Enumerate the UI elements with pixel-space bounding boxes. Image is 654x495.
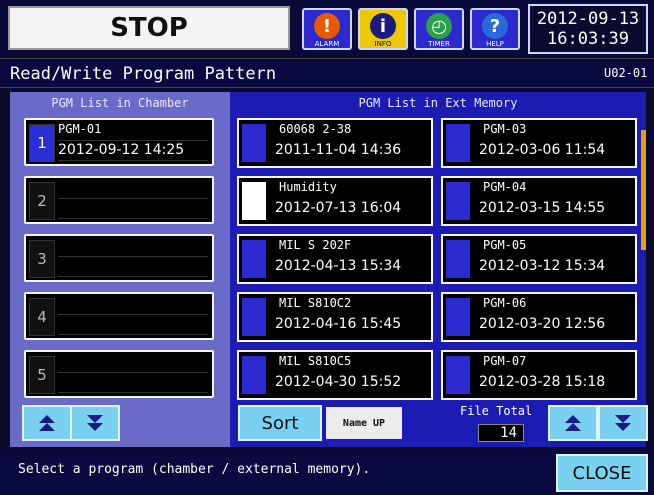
date-text: 2012-09-13: [536, 9, 640, 29]
program-name: MIL S810C5: [279, 354, 352, 368]
program-date: 2012-04-16 15:45: [275, 316, 402, 332]
slot-program-name: PGM-01: [58, 122, 208, 141]
program-name: MIL S810C2: [279, 296, 352, 310]
close-button[interactable]: CLOSE: [556, 454, 648, 492]
program-name: PGM-03: [483, 122, 527, 136]
slot-program-date: 2012-09-12 14:25: [58, 142, 208, 161]
program-name: PGM-05: [483, 238, 527, 252]
time-text: 16:03:39: [547, 29, 629, 49]
slot-program-date: [58, 258, 208, 277]
selection-indicator: [242, 356, 266, 394]
program-date: 2012-04-13 15:34: [275, 258, 402, 274]
selection-indicator: [446, 182, 470, 220]
slot-program-date: [58, 374, 208, 393]
ext-list-scrollbar[interactable]: [641, 130, 646, 250]
info-button[interactable]: i INFO: [358, 8, 408, 50]
screen-id: U02-01: [604, 66, 648, 80]
ext-program-item[interactable]: MIL S810C5 2012-04-30 15:52: [237, 350, 433, 400]
slot-program-date: [58, 200, 208, 219]
ext-program-item[interactable]: PGM-03 2012-03-06 11:54: [441, 118, 637, 168]
slot-number: 2: [29, 182, 55, 220]
chamber-scroll-up-button[interactable]: [22, 405, 72, 441]
sort-button[interactable]: Sort: [238, 405, 322, 441]
slot-number: 1: [29, 124, 55, 162]
chamber-slot[interactable]: 3: [24, 234, 214, 282]
program-name: Humidity: [279, 180, 337, 194]
info-icon: i: [370, 13, 396, 39]
alarm-button[interactable]: ! ALARM: [302, 8, 352, 50]
ext-scroll-up-button[interactable]: [548, 405, 598, 441]
page-title: Read/Write Program Pattern: [10, 64, 277, 84]
run-status-display: STOP: [8, 6, 290, 50]
selection-indicator: [242, 124, 266, 162]
ext-program-item[interactable]: PGM-06 2012-03-20 12:56: [441, 292, 637, 342]
selection-indicator: [446, 124, 470, 162]
slot-program-date: [58, 316, 208, 335]
slot-number: 3: [29, 240, 55, 278]
selection-indicator: [242, 240, 266, 278]
double-down-arrow-icon: [615, 415, 631, 431]
ext-program-item[interactable]: 60068 2-38 2011-11-04 14:36: [237, 118, 433, 168]
alarm-icon: !: [314, 13, 340, 39]
chamber-slot[interactable]: 5: [24, 350, 214, 398]
double-up-arrow-icon: [39, 415, 55, 431]
program-date: 2012-03-06 11:54: [479, 142, 606, 158]
slot-program-name: [58, 354, 208, 373]
selection-indicator: [242, 182, 266, 220]
file-total-label: File Total: [460, 404, 533, 418]
program-date: 2011-11-04 14:36: [275, 142, 402, 158]
slot-number: 5: [29, 356, 55, 394]
double-up-arrow-icon: [565, 415, 581, 431]
ext-program-item[interactable]: MIL S810C2 2012-04-16 15:45: [237, 292, 433, 342]
ext-memory-list-heading: PGM List in Ext Memory: [358, 96, 518, 110]
timer-icon: ◴: [426, 13, 452, 39]
chamber-list-heading: PGM List in Chamber: [51, 96, 189, 110]
chamber-slot[interactable]: 2: [24, 176, 214, 224]
program-date: 2012-03-20 12:56: [479, 316, 606, 332]
help-button[interactable]: ? HELP: [470, 8, 520, 50]
ext-program-item[interactable]: MIL S 202F 2012-04-13 15:34: [237, 234, 433, 284]
sort-mode-display: Name UP: [326, 407, 402, 439]
selection-indicator: [446, 298, 470, 336]
chamber-scroll-down-button[interactable]: [70, 405, 120, 441]
slot-program-name: [58, 180, 208, 199]
chamber-slot[interactable]: 1 PGM-01 2012-09-12 14:25: [24, 118, 214, 166]
selection-indicator: [242, 298, 266, 336]
clock-display: 2012-09-13 16:03:39: [528, 4, 648, 54]
ext-program-item[interactable]: PGM-05 2012-03-12 15:34: [441, 234, 637, 284]
file-total-value: 14: [478, 424, 524, 442]
program-date: 2012-04-30 15:52: [275, 374, 402, 390]
slot-program-name: [58, 238, 208, 257]
program-name: PGM-04: [483, 180, 527, 194]
program-name: MIL S 202F: [279, 238, 352, 252]
selection-indicator: [446, 356, 470, 394]
program-date: 2012-03-28 15:18: [479, 374, 606, 390]
selection-indicator: [446, 240, 470, 278]
program-date: 2012-03-15 14:55: [479, 200, 606, 216]
program-name: PGM-06: [483, 296, 527, 310]
program-date: 2012-03-12 15:34: [479, 258, 606, 274]
program-name: PGM-07: [483, 354, 527, 368]
status-message: Select a program (chamber / external mem…: [18, 462, 371, 477]
program-date: 2012-07-13 16:04: [275, 200, 402, 216]
ext-program-item[interactable]: PGM-07 2012-03-28 15:18: [441, 350, 637, 400]
slot-program-name: [58, 296, 208, 315]
ext-program-item[interactable]: Humidity 2012-07-13 16:04: [237, 176, 433, 226]
double-down-arrow-icon: [87, 415, 103, 431]
chamber-slot[interactable]: 4: [24, 292, 214, 340]
ext-program-item[interactable]: PGM-04 2012-03-15 14:55: [441, 176, 637, 226]
timer-button[interactable]: ◴ TIMER: [414, 8, 464, 50]
ext-scroll-down-button[interactable]: [598, 405, 648, 441]
program-name: 60068 2-38: [279, 122, 352, 136]
help-icon: ?: [482, 13, 508, 39]
slot-number: 4: [29, 298, 55, 336]
